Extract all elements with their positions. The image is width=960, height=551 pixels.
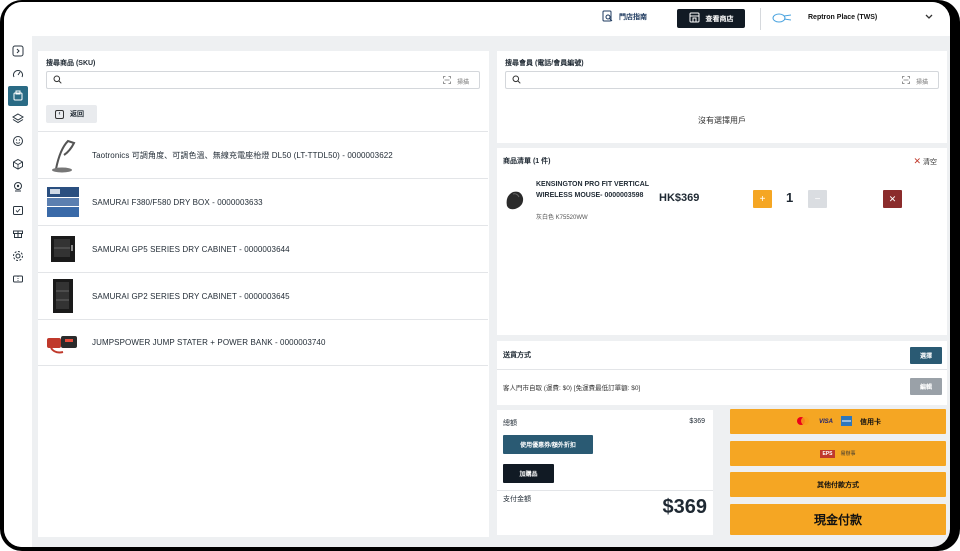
cart-panel: 商品清單 (1 件) ✕ 清空 KENSINGTON PRO FIT VERTIC… bbox=[497, 148, 947, 335]
eps-button[interactable]: EPS 易辦事 bbox=[730, 441, 946, 466]
calendar-icon[interactable] bbox=[8, 201, 28, 219]
cabinet-tall-thumbnail bbox=[44, 277, 82, 315]
credit-card-label: 信用卡 bbox=[860, 418, 881, 426]
top-bar: 門店指南 查看商店 Reptron Place (TWS) bbox=[4, 2, 950, 36]
settings-icon[interactable] bbox=[8, 247, 28, 265]
jumpstarter-thumbnail bbox=[44, 324, 82, 362]
view-store-button[interactable]: 查看商店 bbox=[677, 9, 745, 28]
product-row[interactable]: SAMURAI GP5 SERIES DRY CABINET - 0000003… bbox=[38, 225, 488, 272]
clear-cart-label: 清空 bbox=[923, 159, 937, 166]
cash-payment-button[interactable]: 現金付款 bbox=[730, 504, 946, 535]
summary-panel: 總額 $369 使用優惠券/額外折扣 加購品 支付金額 $369 bbox=[497, 410, 713, 535]
sidebar bbox=[4, 36, 32, 547]
payable-amount: $369 bbox=[662, 496, 708, 518]
member-panel: 搜尋會員 (電話/會員編號) 掃描 沒有選擇用戶 bbox=[497, 51, 947, 143]
credit-card-button[interactable]: VISA 信用卡 bbox=[730, 409, 946, 434]
member-search-label: 搜尋會員 (電話/會員編號) bbox=[505, 60, 584, 67]
delivery-label: 送貨方式 bbox=[503, 352, 531, 359]
store-guide-link[interactable]: 門店指南 bbox=[602, 10, 647, 24]
storefront-icon bbox=[689, 12, 700, 25]
quantity-increase-button[interactable]: + bbox=[753, 190, 772, 208]
back-label: 返回 bbox=[70, 111, 84, 118]
clear-cart-button[interactable]: ✕ 清空 bbox=[913, 156, 937, 167]
summary-divider bbox=[497, 490, 713, 491]
smiley-icon[interactable] bbox=[8, 132, 28, 150]
layers-icon[interactable] bbox=[8, 109, 28, 127]
scan-label: 掃描 bbox=[456, 79, 469, 86]
scan-label: 掃描 bbox=[915, 79, 928, 86]
mastercard-icon bbox=[795, 413, 811, 431]
back-button[interactable]: ‹ 返回 bbox=[46, 105, 97, 123]
pos-icon[interactable] bbox=[8, 86, 28, 106]
delivery-panel: 送貨方式 選擇 客人門市自取 (運費: $0) [免運費最低訂單額: $0] 編… bbox=[497, 341, 947, 405]
product-row[interactable]: SAMURAI GP2 SERIES DRY CABINET - 0000003… bbox=[38, 272, 488, 319]
search-icon bbox=[53, 75, 62, 86]
brand-logo bbox=[771, 12, 793, 24]
search-icon bbox=[512, 75, 521, 86]
cart-item-price: HK$369 bbox=[659, 192, 700, 204]
product-search-input[interactable]: 掃描 bbox=[46, 71, 480, 89]
cabinet-thumbnail bbox=[44, 230, 82, 268]
product-name: SAMURAI F380/F580 DRY BOX - 0000003633 bbox=[92, 197, 263, 207]
quantity-value: 1 bbox=[786, 190, 794, 205]
quantity-decrease-button[interactable]: − bbox=[808, 190, 827, 208]
product-row[interactable]: SAMURAI F380/F580 DRY BOX - 0000003633 bbox=[38, 178, 488, 225]
badge-icon[interactable] bbox=[8, 178, 28, 196]
device-frame: 門店指南 查看商店 Reptron Place (TWS) 搜尋商品 (SKU)… bbox=[0, 0, 960, 551]
product-row[interactable]: JUMPSPOWER JUMP STATER + POWER BANK - 00… bbox=[38, 319, 488, 366]
topbar-divider bbox=[760, 8, 761, 30]
cart-item-name: KENSINGTON PRO FIT VERTICAL WIRELESS MOU… bbox=[536, 181, 649, 199]
cart-title: 商品清單 (1 件) bbox=[503, 158, 551, 165]
visa-logo: VISA bbox=[818, 418, 833, 425]
drybox-thumbnail bbox=[44, 183, 82, 221]
product-name: JUMPSPOWER JUMP STATER + POWER BANK - 00… bbox=[92, 338, 326, 347]
panel-toggle-icon[interactable] bbox=[8, 42, 28, 60]
eps-logo: EPS bbox=[820, 449, 835, 458]
payable-label: 支付金額 bbox=[503, 496, 531, 503]
dashboard-icon[interactable] bbox=[8, 65, 28, 83]
store-guide-label: 門店指南 bbox=[619, 14, 647, 21]
amex-icon bbox=[841, 413, 852, 431]
chevron-left-icon: ‹ bbox=[55, 109, 64, 119]
product-row[interactable]: Taotronics 可調角度、可調色溫、無線充電座枱燈 DL50 (LT-TT… bbox=[38, 131, 488, 178]
delivery-option-text: 客人門市自取 (運費: $0) [免運費最低訂單額: $0] bbox=[503, 385, 641, 392]
ticket-icon[interactable] bbox=[8, 270, 28, 288]
cart-item-variant: 灰白色 K75520WW bbox=[536, 215, 588, 221]
select-delivery-button[interactable]: 選擇 bbox=[910, 347, 942, 364]
coupon-button[interactable]: 使用優惠券/額外折扣 bbox=[503, 435, 593, 454]
close-icon: ✕ bbox=[913, 156, 921, 166]
subtotal-label: 總額 bbox=[503, 420, 517, 427]
view-store-label: 查看商店 bbox=[705, 15, 734, 23]
other-payment-button[interactable]: 其他付款方式 bbox=[730, 472, 946, 497]
no-member-text: 沒有選擇用戶 bbox=[698, 116, 746, 125]
gift-icon[interactable] bbox=[8, 224, 28, 242]
product-name: SAMURAI GP2 SERIES DRY CABINET - 0000003… bbox=[92, 291, 290, 301]
product-name: Taotronics 可調角度、可調色溫、無線充電座枱燈 DL50 (LT-TT… bbox=[92, 150, 393, 160]
mouse-thumbnail bbox=[503, 188, 527, 217]
app-screen: 門店指南 查看商店 Reptron Place (TWS) 搜尋商品 (SKU)… bbox=[4, 2, 950, 547]
delivery-divider bbox=[497, 369, 947, 370]
lamp-thumbnail bbox=[44, 136, 82, 174]
member-search-input[interactable]: 掃描 bbox=[505, 71, 939, 89]
scan-button[interactable]: 掃描 bbox=[902, 76, 928, 86]
subtotal-value: $369 bbox=[689, 418, 705, 425]
product-panel: 搜尋商品 (SKU) 掃描 ‹ 返回 Taotronics 可調角度、可調色溫、… bbox=[38, 51, 489, 537]
package-icon[interactable] bbox=[8, 155, 28, 173]
barcode-icon bbox=[443, 76, 451, 86]
store-selector[interactable]: Reptron Place (TWS) bbox=[808, 14, 877, 21]
barcode-icon bbox=[902, 76, 910, 86]
chevron-down-icon[interactable] bbox=[925, 13, 933, 22]
edit-delivery-button[interactable]: 編輯 bbox=[910, 378, 942, 395]
product-name: SAMURAI GP5 SERIES DRY CABINET - 0000003… bbox=[92, 244, 290, 254]
product-search-label: 搜尋商品 (SKU) bbox=[46, 60, 96, 67]
eps-label: 易辦事 bbox=[840, 451, 856, 457]
addon-button[interactable]: 加購品 bbox=[503, 464, 554, 483]
guide-icon bbox=[602, 10, 613, 24]
scan-button[interactable]: 掃描 bbox=[443, 76, 469, 86]
remove-item-button[interactable]: ✕ bbox=[883, 190, 902, 208]
